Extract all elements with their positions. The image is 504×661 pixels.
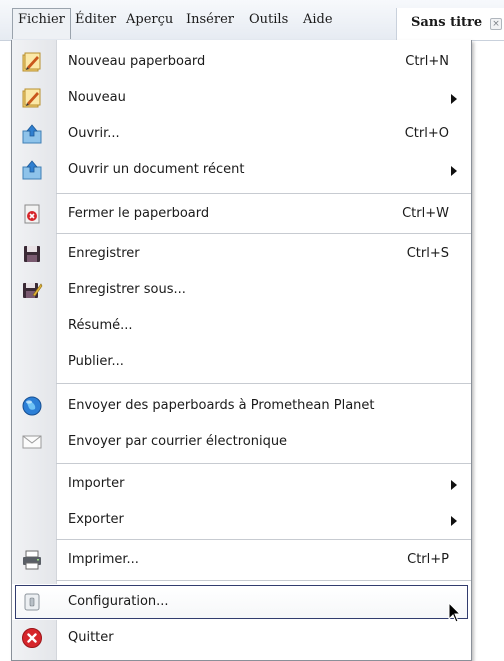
printer-icon bbox=[21, 549, 43, 571]
menu-item-label: Publier... bbox=[68, 354, 124, 369]
close-paperboard-icon bbox=[21, 203, 43, 225]
menu-separator bbox=[56, 539, 471, 540]
menu-separator bbox=[56, 233, 471, 234]
mail-icon bbox=[21, 431, 43, 453]
menu-item-print[interactable]: Imprimer... Ctrl+P bbox=[12, 542, 471, 578]
menu-fichier[interactable]: Fichier bbox=[12, 8, 71, 39]
menu-separator bbox=[56, 463, 471, 464]
menu-separator bbox=[56, 193, 471, 194]
menu-item-save[interactable]: Enregistrer Ctrl+S bbox=[12, 236, 471, 272]
menu-apercu[interactable]: Aperçu bbox=[121, 9, 178, 31]
open-icon bbox=[21, 123, 43, 145]
menu-aide[interactable]: Aide bbox=[298, 9, 338, 31]
submenu-arrow-icon bbox=[451, 516, 457, 526]
menu-item-export[interactable]: Exporter bbox=[12, 502, 471, 538]
menu-item-close-paperboard[interactable]: Fermer le paperboard Ctrl+W bbox=[12, 196, 471, 232]
menu-item-new[interactable]: Nouveau bbox=[12, 80, 471, 116]
menu-item-label: Fermer le paperboard bbox=[68, 206, 210, 221]
menu-item-open[interactable]: Ouvrir... Ctrl+O bbox=[12, 116, 471, 152]
menu-item-label: Nouveau bbox=[68, 90, 126, 105]
menu-item-shortcut: Ctrl+S bbox=[406, 246, 449, 261]
menu-item-label: Enregistrer bbox=[68, 246, 140, 261]
menu-item-shortcut: Ctrl+N bbox=[405, 54, 449, 69]
menu-item-label: Résumé... bbox=[68, 318, 133, 333]
menu-item-label: Enregistrer sous... bbox=[68, 282, 186, 297]
menu-bar: Fichier Éditer Aperçu Insérer Outils Aid… bbox=[0, 0, 504, 41]
menu-separator bbox=[56, 580, 471, 581]
menu-item-label: Ouvrir un document récent bbox=[68, 162, 245, 177]
menu-item-shortcut: Ctrl+W bbox=[402, 206, 449, 221]
quit-icon bbox=[21, 627, 43, 649]
menu-item-label: Quitter bbox=[68, 630, 114, 645]
menu-item-shortcut: Ctrl+O bbox=[404, 126, 449, 141]
menu-item-shortcut: Ctrl+P bbox=[407, 552, 449, 567]
globe-icon bbox=[21, 395, 43, 417]
menu-separator bbox=[56, 383, 471, 384]
menu-item-label: Exporter bbox=[68, 512, 124, 527]
submenu-arrow-icon bbox=[451, 94, 457, 104]
menu-item-label: Imprimer... bbox=[68, 552, 139, 567]
save-icon bbox=[21, 243, 43, 265]
menu-editer[interactable]: Éditer bbox=[70, 9, 121, 31]
menu-item-open-recent[interactable]: Ouvrir un document récent bbox=[12, 152, 471, 188]
menu-outils[interactable]: Outils bbox=[244, 9, 293, 31]
new-paperboard-icon bbox=[21, 51, 43, 73]
menu-item-label: Envoyer des paperboards à Promethean Pla… bbox=[68, 398, 375, 413]
tab-close-icon[interactable]: × bbox=[490, 18, 502, 30]
open-recent-icon bbox=[21, 159, 43, 181]
menu-item-publish[interactable]: Publier... bbox=[12, 344, 471, 380]
menu-item-label: Configuration... bbox=[68, 594, 169, 609]
menu-item-send-promethean-planet[interactable]: Envoyer des paperboards à Promethean Pla… bbox=[12, 388, 471, 424]
new-icon bbox=[21, 87, 43, 109]
save-as-icon bbox=[21, 279, 43, 301]
menu-item-save-as[interactable]: Enregistrer sous... bbox=[12, 272, 471, 308]
mouse-cursor-icon bbox=[448, 602, 462, 623]
configuration-icon bbox=[21, 591, 43, 613]
menu-inserer[interactable]: Insérer bbox=[181, 9, 239, 31]
menu-item-quit[interactable]: Quitter bbox=[12, 620, 471, 656]
document-tab[interactable]: Sans titre × bbox=[396, 8, 504, 40]
menu-item-summary[interactable]: Résumé... bbox=[12, 308, 471, 344]
menu-item-label: Ouvrir... bbox=[68, 126, 120, 141]
menu-item-label: Nouveau paperboard bbox=[68, 54, 206, 69]
menu-item-configuration[interactable]: Configuration... bbox=[12, 584, 471, 620]
menu-item-label: Importer bbox=[68, 476, 125, 491]
submenu-arrow-icon bbox=[451, 166, 457, 176]
submenu-arrow-icon bbox=[451, 480, 457, 490]
menu-item-label: Envoyer par courrier électronique bbox=[68, 434, 288, 449]
menu-item-send-email[interactable]: Envoyer par courrier électronique bbox=[12, 424, 471, 460]
menu-item-new-paperboard[interactable]: Nouveau paperboard Ctrl+N bbox=[12, 44, 471, 80]
file-menu-dropdown: Nouveau paperboard Ctrl+N Nouveau Ouvrir… bbox=[11, 40, 472, 661]
document-tab-title: Sans titre bbox=[411, 15, 483, 30]
menu-item-import[interactable]: Importer bbox=[12, 466, 471, 502]
